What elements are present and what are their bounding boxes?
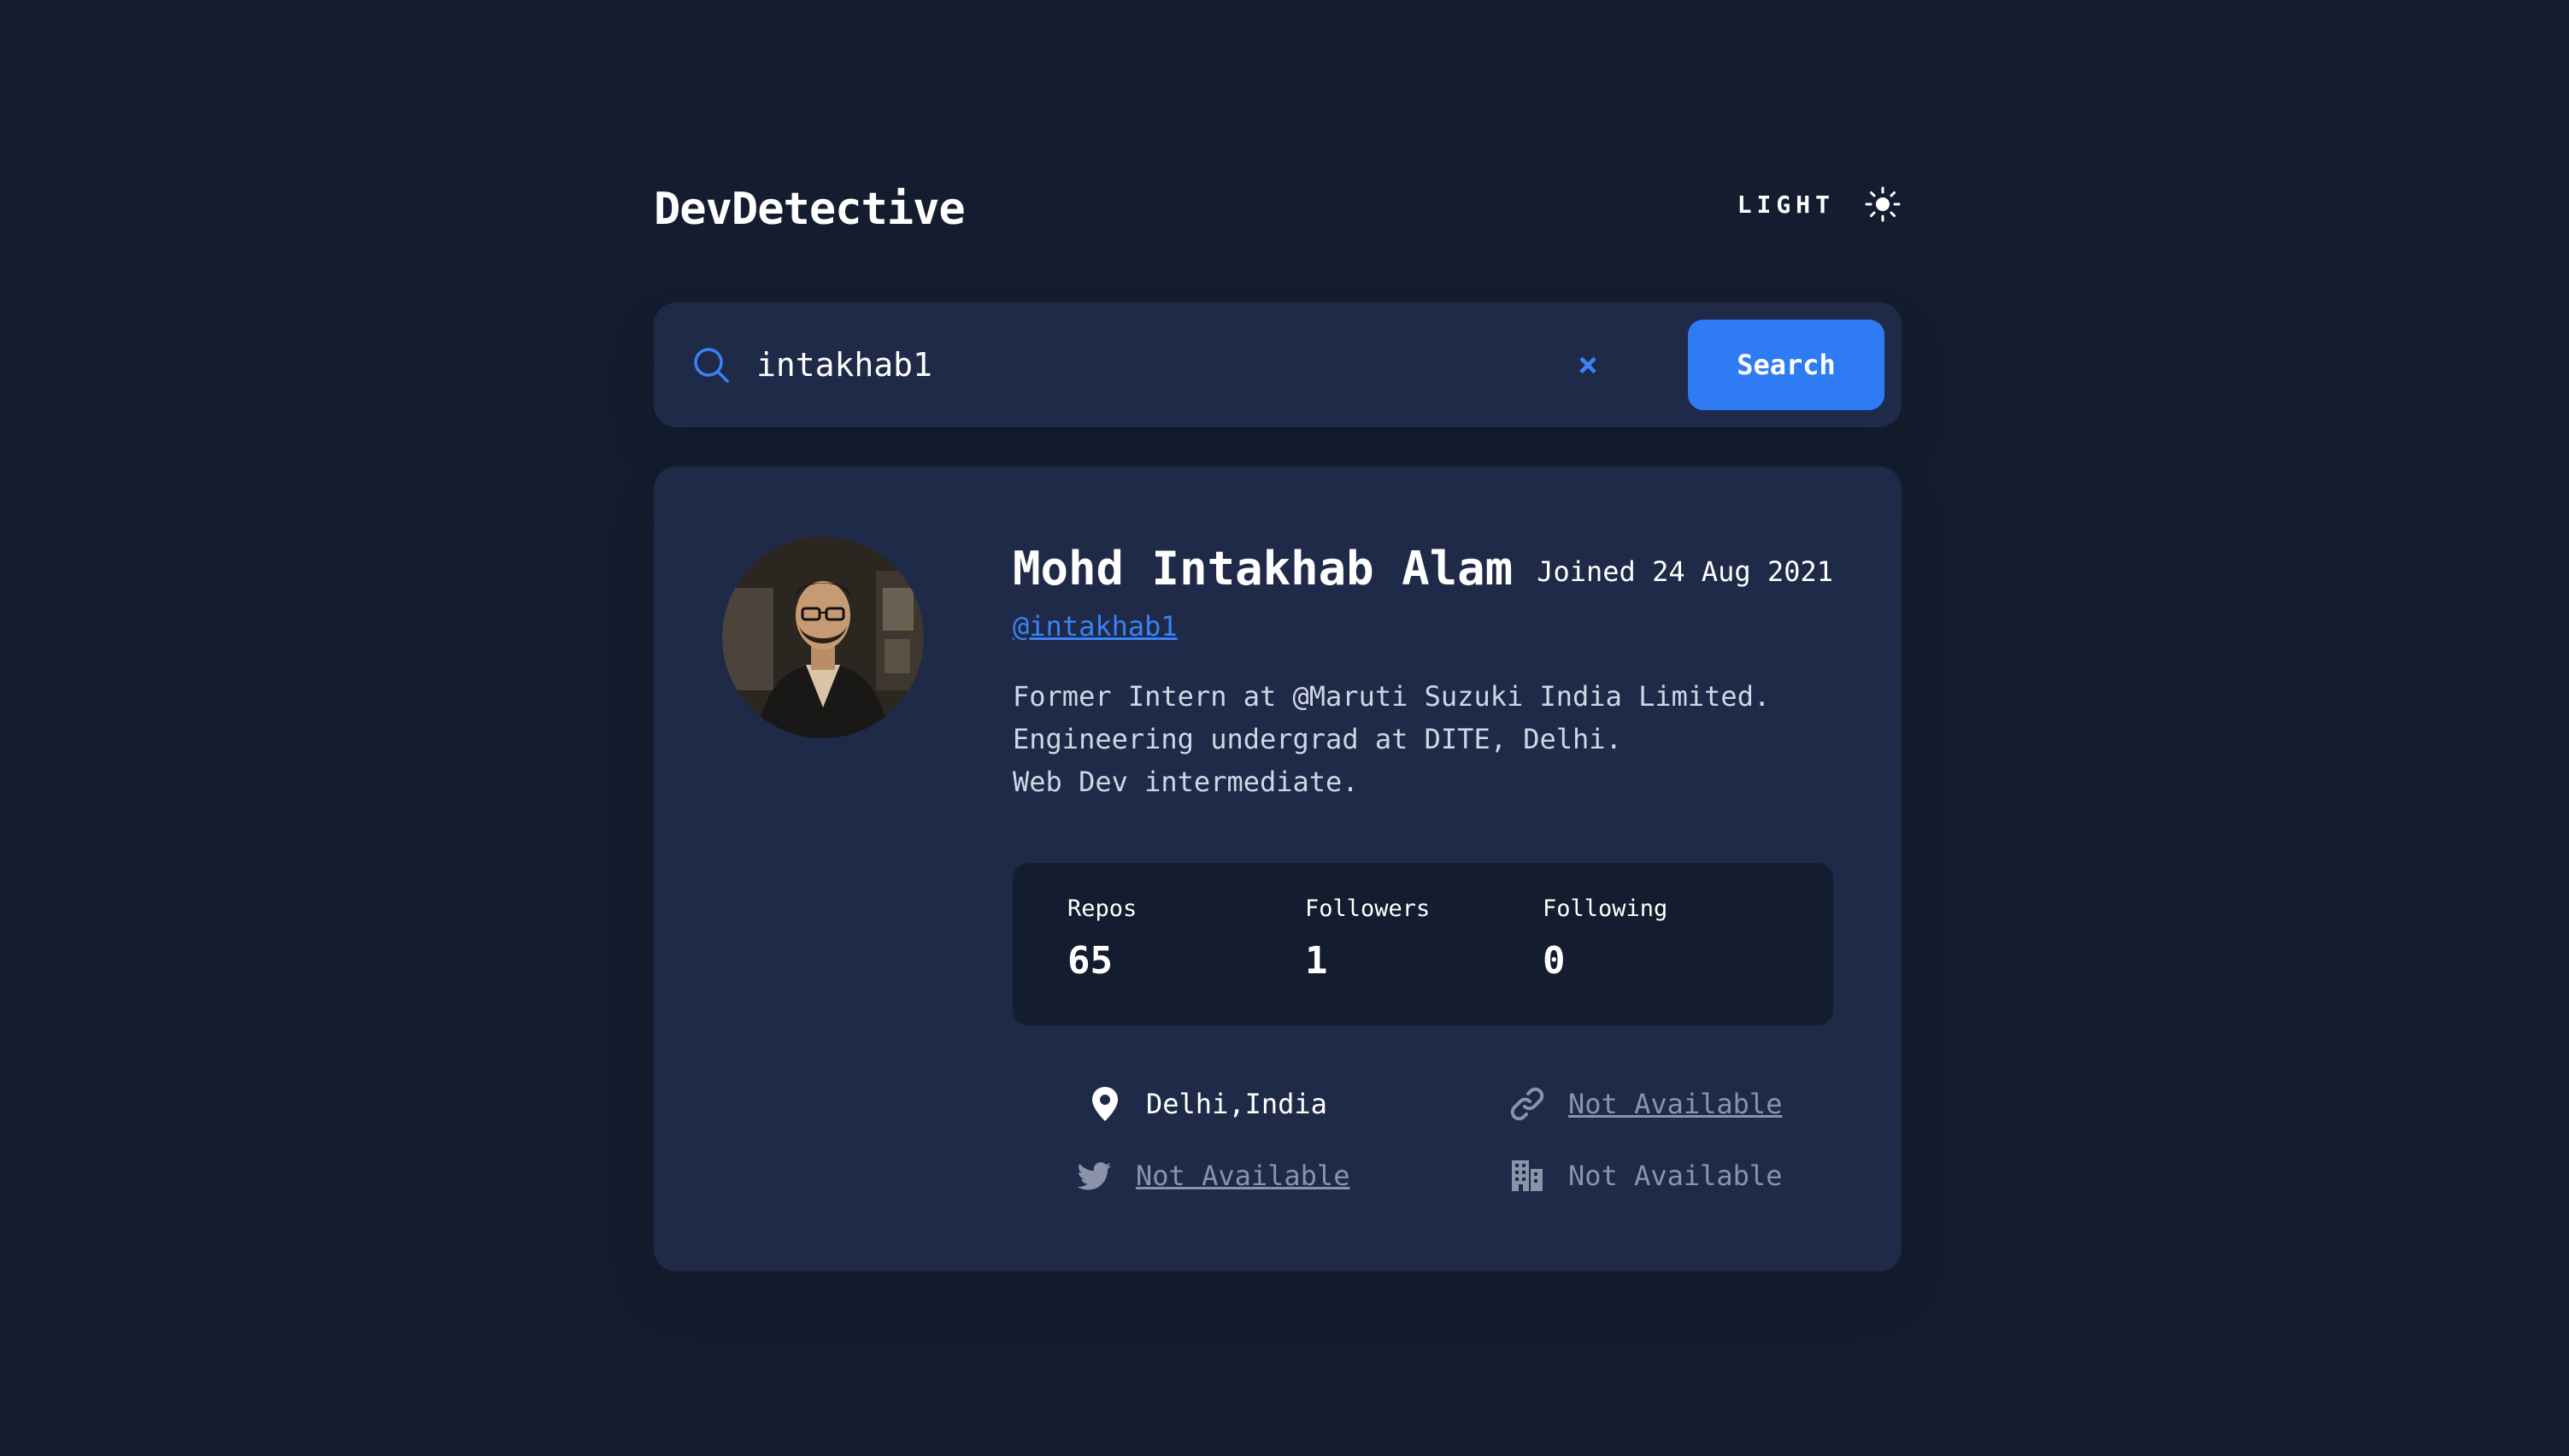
stat-value: 1 <box>1305 939 1328 983</box>
building-icon <box>1512 1160 1543 1191</box>
profile-name: Mohd Intakhab Alam <box>1013 542 1514 596</box>
search-input[interactable] <box>756 335 1201 395</box>
website-link[interactable]: Not Available <box>1568 1088 1782 1120</box>
sun-icon[interactable] <box>1864 185 1902 223</box>
header: DevDetective LIGHT <box>654 175 1902 244</box>
location-pin-icon <box>1092 1087 1118 1121</box>
stat-label: Following <box>1543 895 1668 922</box>
search-bar: × Search <box>654 302 1902 427</box>
company-text: Not Available <box>1568 1160 1783 1192</box>
close-icon[interactable]: × <box>1570 347 1606 383</box>
app-title: DevDetective <box>654 184 966 235</box>
location-text: Delhi,India <box>1146 1088 1327 1120</box>
profile-bio: Former Intern at @Maruti Suzuki India Li… <box>1013 675 1782 803</box>
stats-panel: Repos 65 Followers 1 Following 0 <box>1013 863 1833 1025</box>
info-website: Not Available <box>1508 1085 1782 1123</box>
twitter-link[interactable]: Not Available <box>1136 1160 1349 1192</box>
info-twitter: Not Available <box>1076 1157 1349 1195</box>
theme-toggle[interactable]: LIGHT <box>1737 185 1902 223</box>
info-location: Delhi,India <box>1086 1085 1327 1123</box>
search-button[interactable]: Search <box>1688 320 1884 410</box>
bio-line: Former Intern at @Maruti Suzuki India Li… <box>1013 680 1771 713</box>
stat-label: Followers <box>1305 895 1431 922</box>
theme-label[interactable]: LIGHT <box>1737 191 1835 219</box>
profile-login-link[interactable]: @intakhab1 <box>1013 610 1178 643</box>
stat-followers: Followers 1 <box>1305 895 1430 983</box>
avatar <box>722 537 924 738</box>
stat-value: 0 <box>1543 939 1566 983</box>
search-icon <box>694 348 729 383</box>
twitter-icon <box>1077 1162 1111 1190</box>
profile-card: Mohd Intakhab Alam Joined 24 Aug 2021 @i… <box>654 467 1902 1271</box>
info-company: Not Available <box>1508 1157 1782 1195</box>
stat-repos: Repos 65 <box>1067 895 1137 983</box>
stat-value: 65 <box>1067 939 1113 983</box>
link-icon <box>1510 1087 1544 1121</box>
stat-label: Repos <box>1067 895 1138 922</box>
bio-line: Engineering undergrad at DITE, Delhi. <box>1013 723 1622 755</box>
stat-following: Following 0 <box>1543 895 1667 983</box>
joined-date: Joined 24 Aug 2021 <box>1537 555 1833 588</box>
bio-line: Web Dev intermediate. <box>1013 766 1359 798</box>
